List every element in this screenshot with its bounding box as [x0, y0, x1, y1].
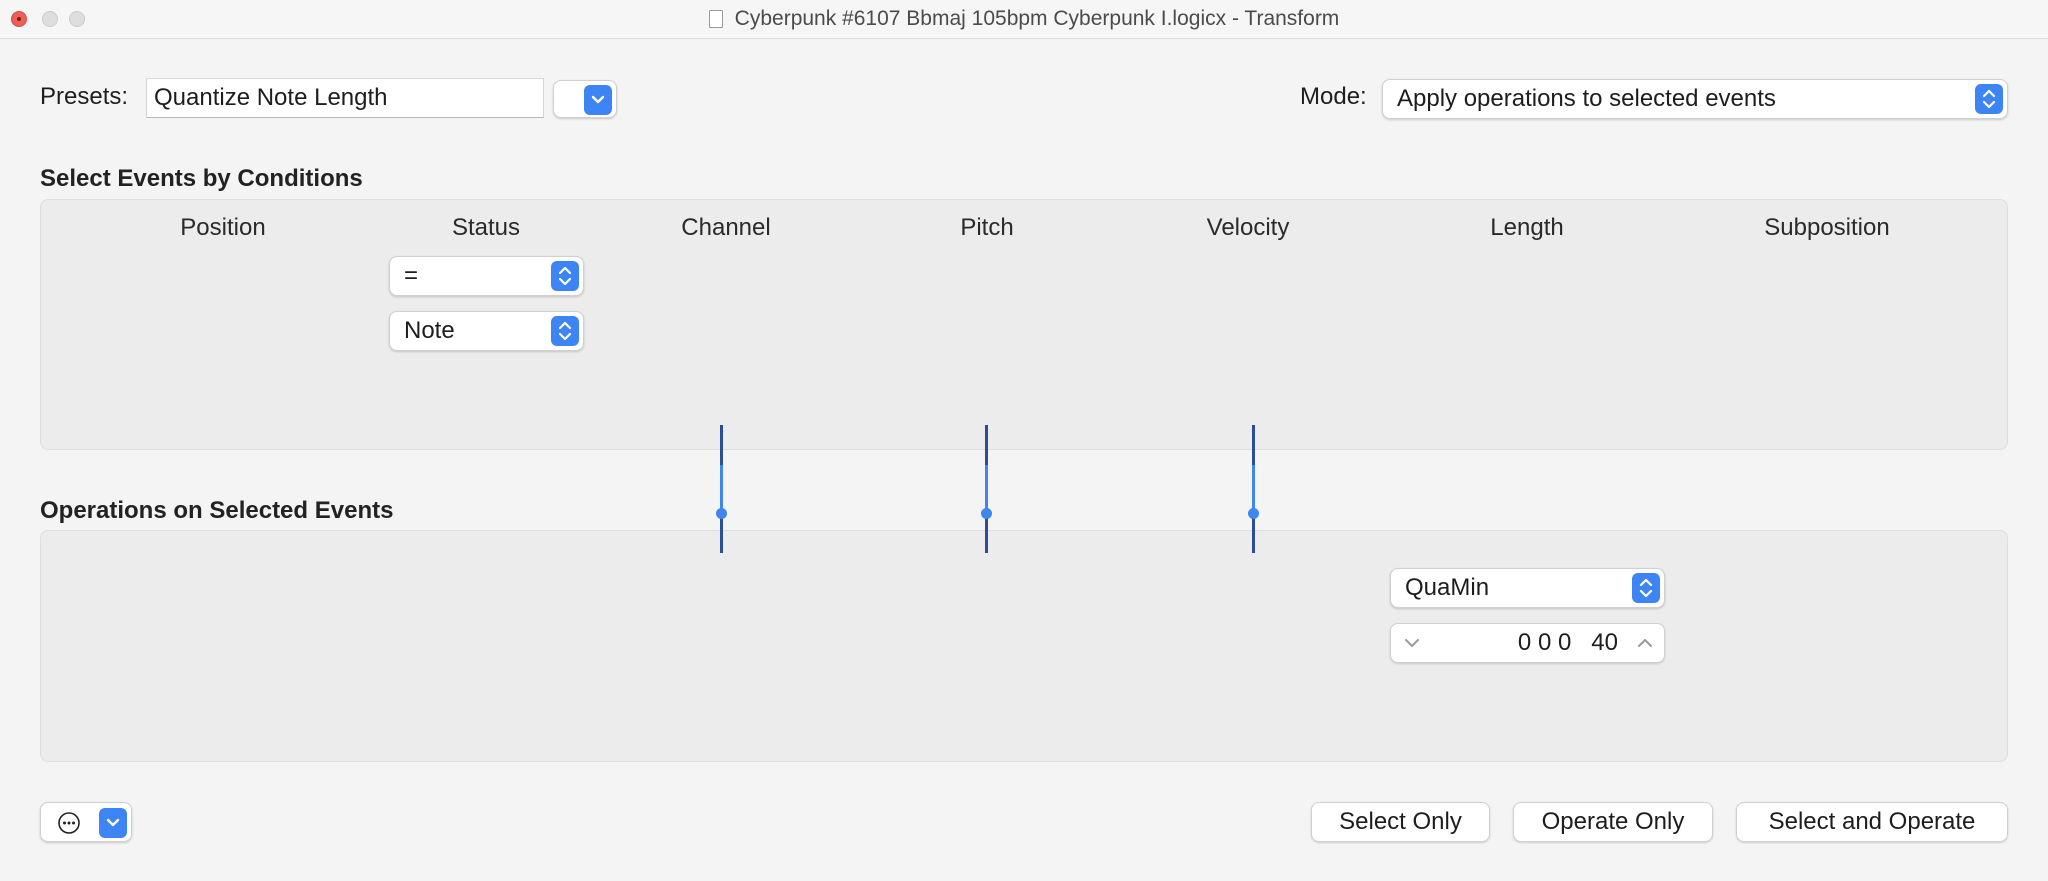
operations-section-title: Operations on Selected Events [40, 497, 394, 524]
column-pitch: Pitch [960, 214, 1014, 241]
chevron-down-icon [584, 85, 612, 115]
column-length: Length [1490, 214, 1564, 241]
column-subposition: Subposition [1764, 214, 1890, 241]
status-operator-value: = [404, 262, 419, 289]
window-title: Cyberpunk #6107 Bbmaj 105bpm Cyberpunk I… [734, 7, 1340, 30]
column-status: Status [451, 214, 521, 241]
status-value-popup[interactable]: Note [389, 311, 584, 351]
chevron-updown-icon [551, 316, 579, 346]
length-operation-popup[interactable]: QuaMin [1390, 568, 1665, 608]
conditions-section-title: Select Events by Conditions [40, 165, 363, 192]
column-position: Position [180, 214, 266, 241]
chevron-updown-icon [551, 261, 579, 291]
pitch-connector [981, 425, 992, 555]
length-operation-value: QuaMin [1405, 574, 1490, 601]
select-only-button[interactable]: Select Only [1311, 802, 1490, 842]
increment-chevron-icon[interactable] [1636, 634, 1654, 657]
chevron-updown-icon [1975, 84, 2003, 114]
decrement-chevron-icon[interactable] [1403, 634, 1421, 657]
mode-value: Apply operations to selected events [1397, 85, 1776, 112]
column-velocity: Velocity [1206, 214, 1290, 241]
status-operator-popup[interactable]: = [389, 256, 584, 296]
presets-label: Presets: [40, 83, 129, 110]
presets-field[interactable]: Quantize Note Length [146, 78, 544, 118]
mode-label: Mode: [1300, 83, 1367, 110]
length-value-field[interactable]: 0 0 0 40 [1390, 623, 1665, 663]
column-channel: Channel [681, 214, 771, 241]
chevron-down-icon [99, 808, 127, 838]
window-title-container: Cyberpunk #6107 Bbmaj 105bpm Cyberpunk I… [0, 0, 2048, 38]
velocity-connector [1248, 425, 1259, 555]
length-value: 0 0 0 40 [1517, 629, 1618, 656]
operate-only-button[interactable]: Operate Only [1513, 802, 1713, 842]
action-menu-button[interactable] [40, 802, 132, 842]
select-and-operate-button[interactable]: Select and Operate [1736, 802, 2008, 842]
presets-menu-button[interactable] [553, 80, 617, 118]
chevron-updown-icon [1632, 573, 1660, 603]
document-icon [708, 10, 723, 28]
status-value: Note [404, 317, 455, 344]
mode-popup[interactable]: Apply operations to selected events [1382, 79, 2008, 119]
ellipsis-circle-icon [57, 811, 81, 842]
channel-connector [716, 425, 727, 555]
operations-panel [40, 530, 2008, 762]
window-titlebar: Cyberpunk #6107 Bbmaj 105bpm Cyberpunk I… [0, 0, 2048, 39]
